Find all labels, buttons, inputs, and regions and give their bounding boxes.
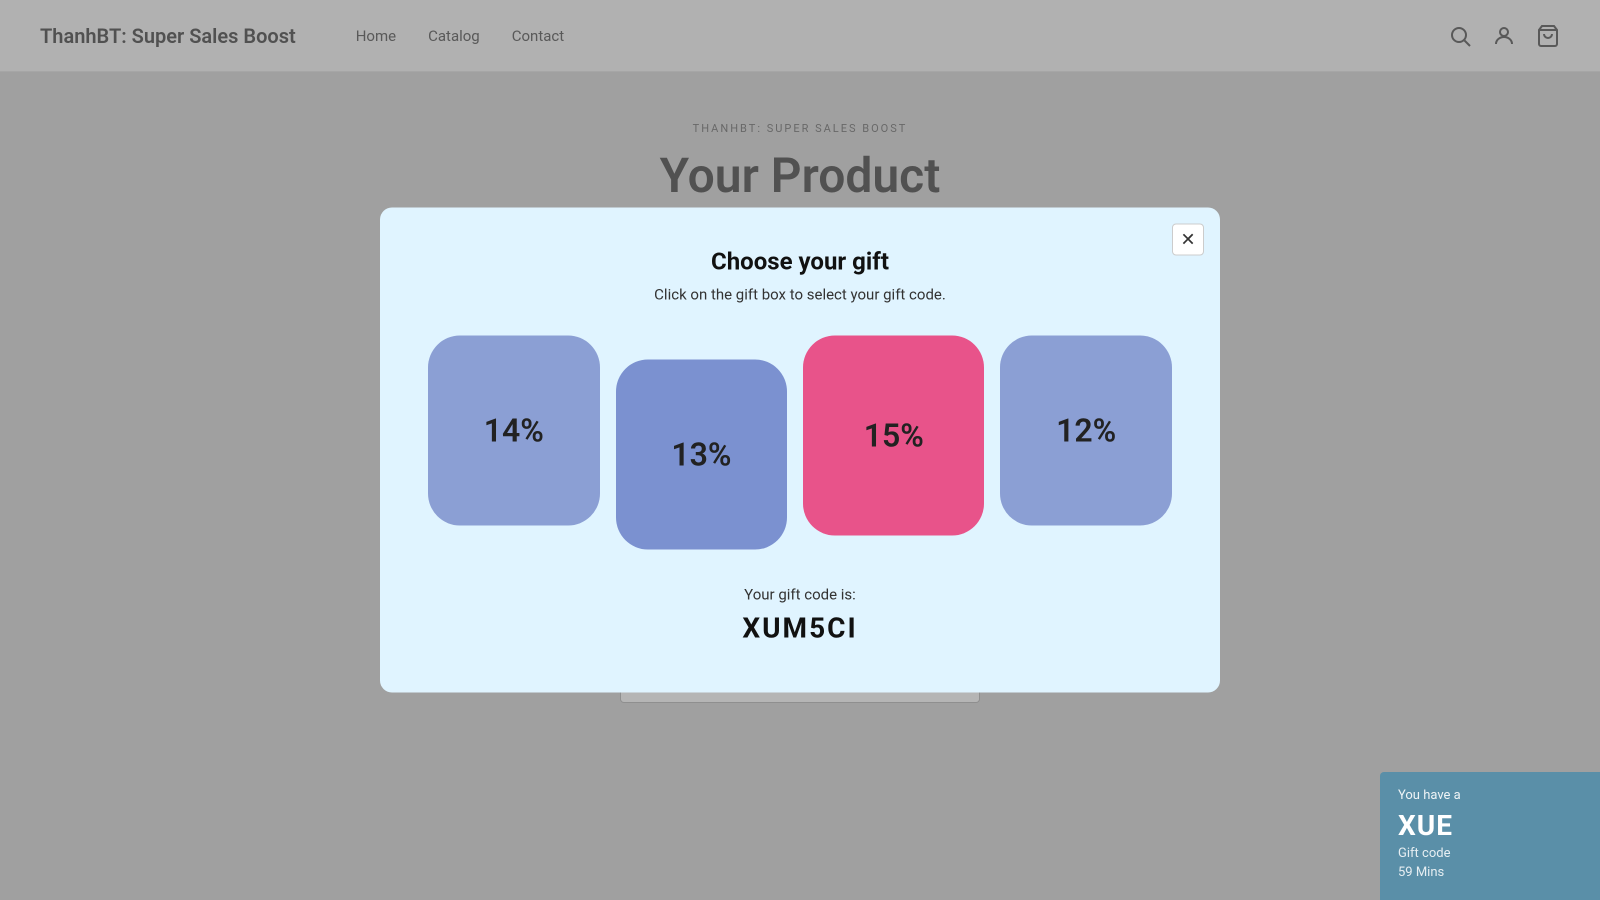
gift-box-3[interactable]: 15% [803,336,984,536]
modal-close-button[interactable]: ✕ [1172,224,1204,256]
gift-box-2[interactable]: 13% [616,360,788,550]
gift-box-1[interactable]: 14% [428,336,600,526]
notif-title: You have a [1398,788,1582,803]
notif-type: Gift code [1398,846,1582,861]
notif-code: XUE [1398,809,1582,842]
gift-boxes-container: 14% 13% 15% 12% [428,336,1172,550]
gift-code-label: Your gift code is: [428,586,1172,604]
modal-title: Choose your gift [428,248,1172,276]
gift-code-value: XUM5CI [428,612,1172,645]
modal-subtitle: Click on the gift box to select your gif… [428,286,1172,304]
notif-timer: 59 Mins [1398,865,1582,880]
modal-container: ✕ Choose your gift Click on the gift box… [380,208,1220,693]
gift-box-4[interactable]: 12% [1000,336,1172,526]
notification-widget: You have a XUE Gift code 59 Mins [1380,772,1600,900]
